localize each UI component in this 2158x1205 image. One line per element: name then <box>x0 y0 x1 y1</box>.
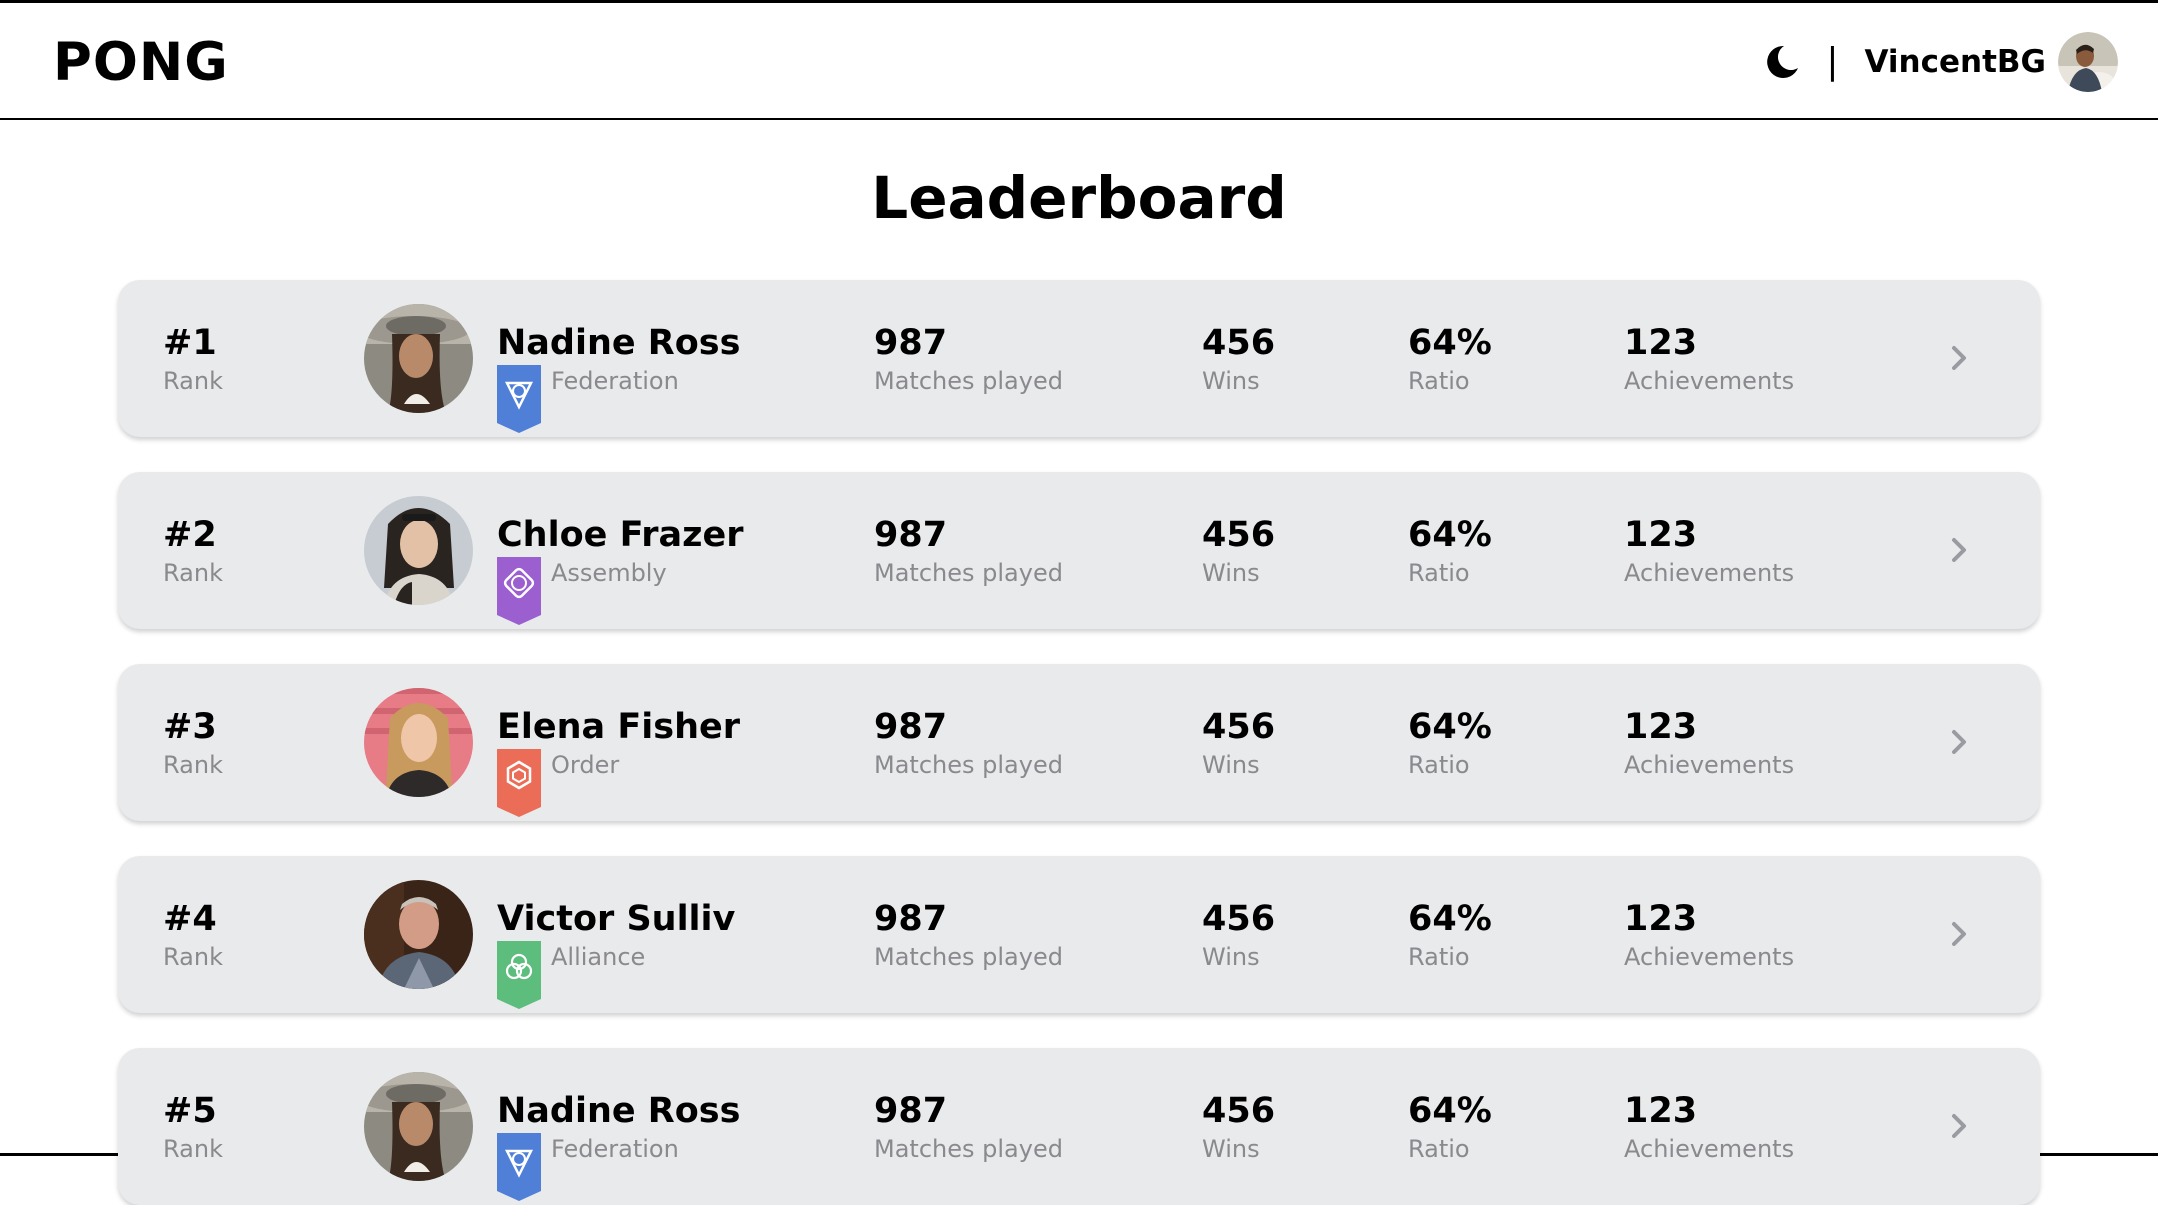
matches-played-label: Matches played <box>874 367 1063 395</box>
rank-label: Rank <box>163 367 223 395</box>
ratio-value: 64% <box>1408 707 1492 747</box>
leaderboard-row[interactable]: #4 Rank Victor Sulliv Alliance 987 Match… <box>118 856 2040 1013</box>
matches-played-label: Matches played <box>874 559 1063 587</box>
achievements-value: 123 <box>1624 899 1698 939</box>
ratio-value: 64% <box>1408 515 1492 555</box>
faction-name: Federation <box>551 367 679 395</box>
wins-value: 456 <box>1202 323 1276 363</box>
leaderboard-row[interactable]: #2 Rank Chloe Frazer Assembly 987 Matche… <box>118 472 2040 629</box>
wins-value: 456 <box>1202 899 1276 939</box>
achievements-label: Achievements <box>1624 943 1795 971</box>
matches-played-value: 987 <box>874 707 948 747</box>
rank-value: #5 <box>163 1091 217 1131</box>
alliance-icon <box>497 941 541 1009</box>
matches-played-value: 987 <box>874 899 948 939</box>
player-avatar[interactable] <box>364 496 473 605</box>
chevron-right-icon[interactable] <box>1949 1111 1969 1141</box>
order-icon <box>497 749 541 817</box>
federation-icon <box>497 365 541 433</box>
chevron-right-icon[interactable] <box>1949 919 1969 949</box>
ratio-label: Ratio <box>1408 1135 1470 1163</box>
achievements-value: 123 <box>1624 515 1698 555</box>
wins-label: Wins <box>1202 367 1260 395</box>
chevron-right-icon[interactable] <box>1949 535 1969 565</box>
ratio-value: 64% <box>1408 323 1492 363</box>
ratio-value: 64% <box>1408 899 1492 939</box>
achievements-value: 123 <box>1624 707 1698 747</box>
wins-value: 456 <box>1202 707 1276 747</box>
chevron-right-icon[interactable] <box>1949 727 1969 757</box>
chevron-right-icon[interactable] <box>1949 343 1969 373</box>
wins-label: Wins <box>1202 751 1260 779</box>
ratio-label: Ratio <box>1408 367 1470 395</box>
faction-name: Alliance <box>551 943 646 971</box>
achievements-label: Achievements <box>1624 1135 1795 1163</box>
ratio-label: Ratio <box>1408 943 1470 971</box>
wins-value: 456 <box>1202 515 1276 555</box>
moon-icon[interactable] <box>1762 42 1802 82</box>
rank-value: #2 <box>163 515 217 555</box>
assembly-icon <box>497 557 541 625</box>
matches-played-value: 987 <box>874 515 948 555</box>
header-separator: | <box>1826 41 1839 82</box>
leaderboard-row[interactable]: #5 Rank Nadine Ross Federation 987 Match… <box>118 1048 2040 1205</box>
rank-label: Rank <box>163 751 223 779</box>
rank-label: Rank <box>163 559 223 587</box>
faction-name: Order <box>551 751 620 779</box>
rank-value: #1 <box>163 323 217 363</box>
username[interactable]: VincentBG <box>1864 42 2046 82</box>
ratio-label: Ratio <box>1408 559 1470 587</box>
faction-name: Federation <box>551 1135 679 1163</box>
player-name[interactable]: Elena Fisher <box>497 706 740 748</box>
user-avatar[interactable] <box>2046 32 2118 92</box>
page-title: Leaderboard <box>871 164 1287 232</box>
rank-value: #4 <box>163 899 217 939</box>
app-logo[interactable]: PONG <box>53 31 229 95</box>
achievements-label: Achievements <box>1624 751 1795 779</box>
wins-label: Wins <box>1202 1135 1260 1163</box>
wins-label: Wins <box>1202 943 1260 971</box>
player-avatar[interactable] <box>364 304 473 413</box>
player-avatar[interactable] <box>364 880 473 989</box>
player-name[interactable]: Nadine Ross <box>497 322 740 364</box>
rank-value: #3 <box>163 707 217 747</box>
matches-played-label: Matches played <box>874 1135 1063 1163</box>
top-navbar: PONG | VincentBG <box>0 3 2158 120</box>
matches-played-label: Matches played <box>874 943 1063 971</box>
achievements-label: Achievements <box>1624 559 1795 587</box>
leaderboard-row[interactable]: #1 Rank Nadine Ross Federation 987 Match… <box>118 280 2040 437</box>
rank-label: Rank <box>163 1135 223 1163</box>
wins-value: 456 <box>1202 1091 1276 1131</box>
rank-label: Rank <box>163 943 223 971</box>
leaderboard-row[interactable]: #3 Rank Elena Fisher Order 987 Matches p… <box>118 664 2040 821</box>
wins-label: Wins <box>1202 559 1260 587</box>
player-avatar[interactable] <box>364 1072 473 1181</box>
achievements-value: 123 <box>1624 1091 1698 1131</box>
faction-name: Assembly <box>551 559 667 587</box>
matches-played-value: 987 <box>874 1091 948 1131</box>
player-name[interactable]: Chloe Frazer <box>497 514 744 556</box>
matches-played-value: 987 <box>874 323 948 363</box>
ratio-label: Ratio <box>1408 751 1470 779</box>
player-avatar[interactable] <box>364 688 473 797</box>
matches-played-label: Matches played <box>874 751 1063 779</box>
achievements-value: 123 <box>1624 323 1698 363</box>
user-area: | VincentBG <box>1762 30 2118 94</box>
ratio-value: 64% <box>1408 1091 1492 1131</box>
achievements-label: Achievements <box>1624 367 1795 395</box>
player-name[interactable]: Nadine Ross <box>497 1090 740 1132</box>
player-name[interactable]: Victor Sulliv <box>497 898 735 940</box>
federation-icon <box>497 1133 541 1201</box>
